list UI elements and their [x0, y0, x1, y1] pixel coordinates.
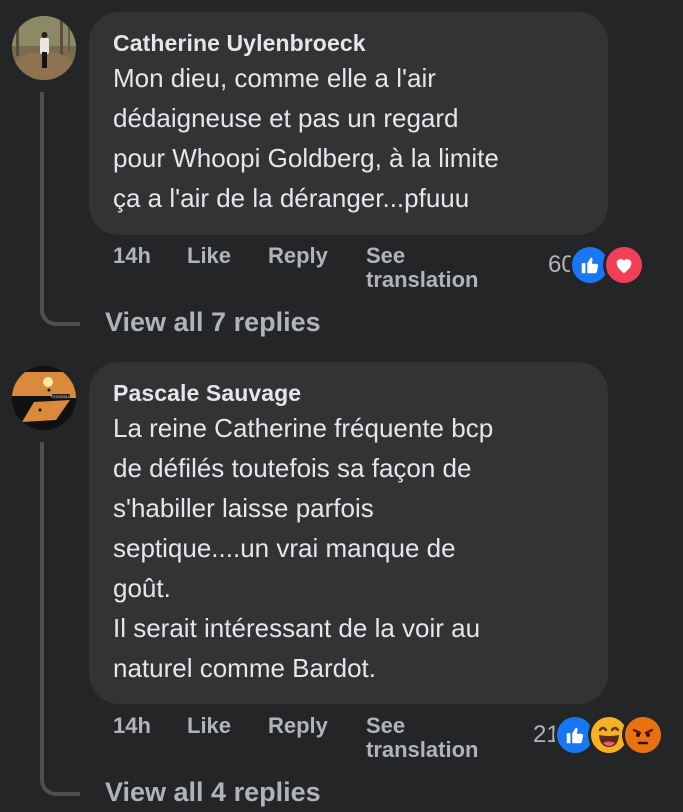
angry-reaction-icon [621, 714, 664, 756]
avatar[interactable]: POSSIBLE [12, 366, 76, 430]
thread-connector-line [40, 442, 80, 796]
reaction-summary[interactable]: 21 [533, 714, 664, 756]
love-reaction-icon [602, 244, 645, 286]
comment-actions: 14h Like Reply See translation [113, 714, 506, 762]
comment-bubble: Catherine Uylenbroeck Mon dieu, comme el… [89, 12, 608, 235]
reaction-summary[interactable]: 60 [548, 244, 645, 286]
comment-author[interactable]: Catherine Uylenbroeck [113, 28, 584, 58]
avatar-image [12, 16, 76, 80]
view-replies-link[interactable]: View all 7 replies [105, 306, 321, 338]
comment-timestamp[interactable]: 14h [113, 714, 187, 738]
comment-text: La reine Catherine fréquente bcp de défi… [113, 413, 494, 683]
svg-text:POSSIBLE: POSSIBLE [51, 394, 71, 399]
like-button[interactable]: Like [187, 244, 268, 268]
avatar-image: POSSIBLE [12, 366, 76, 430]
like-button[interactable]: Like [187, 714, 268, 738]
avatar[interactable] [12, 16, 76, 80]
reply-button[interactable]: Reply [268, 244, 366, 268]
comment-actions: 14h Like Reply See translation [113, 244, 506, 292]
thread-connector-line [40, 92, 80, 326]
comment-timestamp[interactable]: 14h [113, 244, 187, 268]
see-translation-button[interactable]: See translation [366, 714, 506, 762]
comment-author[interactable]: Pascale Sauvage [113, 378, 584, 408]
view-replies-link[interactable]: View all 4 replies [105, 776, 321, 808]
see-translation-button[interactable]: See translation [366, 244, 506, 292]
comment-bubble: Pascale Sauvage La reine Catherine fréqu… [89, 362, 608, 704]
comment-text: Mon dieu, comme elle a l'air dédaigneuse… [113, 63, 499, 213]
reply-button[interactable]: Reply [268, 714, 366, 738]
